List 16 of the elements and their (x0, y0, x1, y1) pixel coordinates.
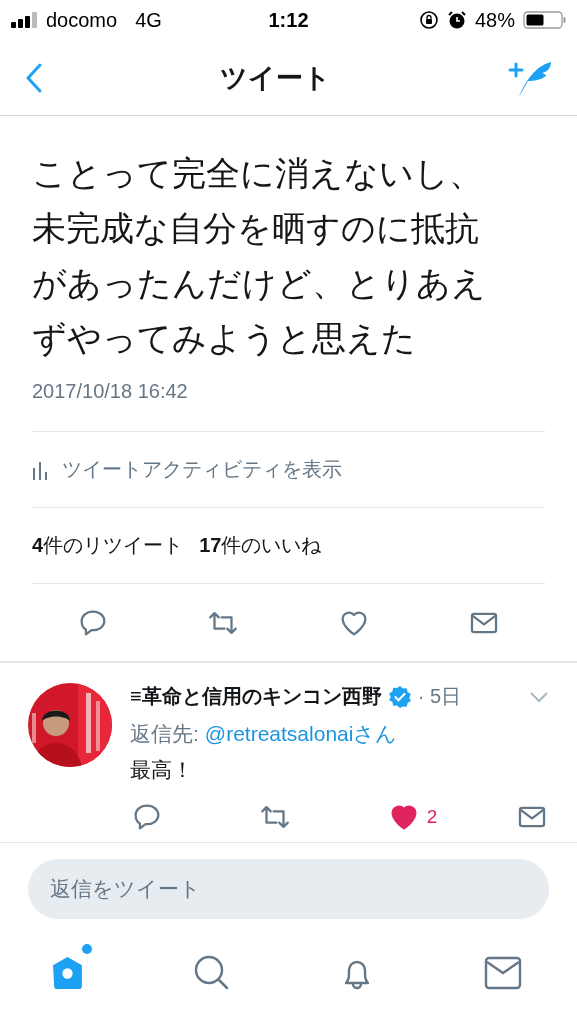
retweet-count[interactable]: 4件のリツイート (32, 532, 184, 559)
reply-time: · 5日 (417, 684, 461, 709)
page-title: ツイート (219, 61, 332, 95)
reply-field[interactable]: 返信をツイート (28, 859, 549, 919)
reply-text: 最高！ (130, 757, 194, 783)
tweet-timestamp: 2017/10/18 16:42 (32, 380, 545, 432)
tweet-text: ことって完全に消えないし、未完成な自分を晒すのに抵抗があったんだけど、とりあえずやってみようと思えた (32, 153, 487, 359)
activity-link[interactable]: ツイートアクティビティを表示 (62, 456, 342, 483)
network-type: 4G (135, 8, 162, 32)
reply-to-label: 返信先: (130, 721, 199, 747)
carrier-name: docomo (46, 8, 118, 32)
battery-percentage: 48% (474, 8, 515, 32)
clock-time: 1:12 (268, 8, 309, 32)
like-count: 2 (426, 806, 438, 828)
author-name[interactable]: ≡革命と信用のキンコン西野 (130, 683, 382, 710)
like-count[interactable]: 17件のいいね (199, 532, 322, 559)
